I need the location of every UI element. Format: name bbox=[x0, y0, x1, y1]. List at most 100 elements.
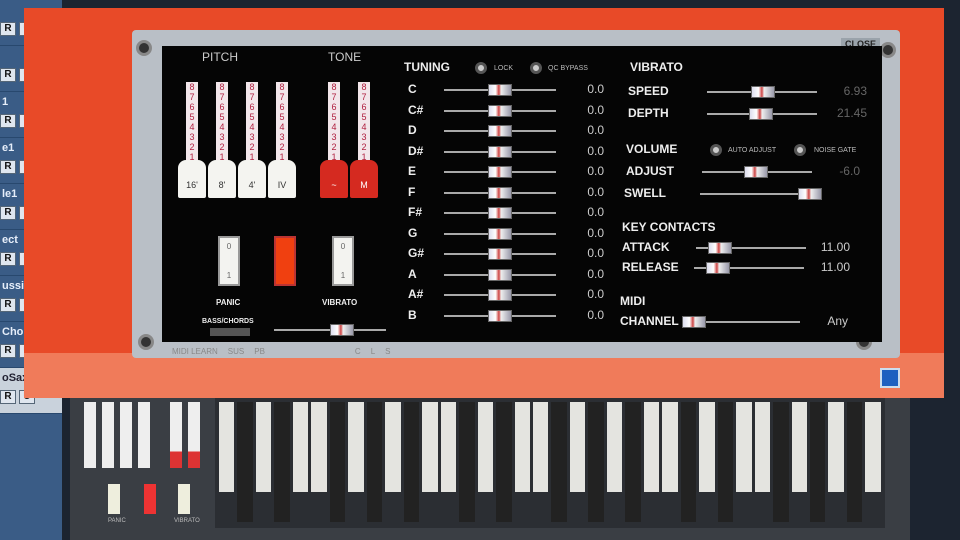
piano-key[interactable] bbox=[274, 402, 290, 522]
piano-key[interactable] bbox=[477, 402, 494, 492]
noise-gate-radio[interactable] bbox=[794, 144, 806, 156]
bass-chords-toggle[interactable] bbox=[210, 328, 250, 336]
attack-slider[interactable] bbox=[696, 242, 806, 254]
tuning-slider[interactable] bbox=[444, 227, 556, 240]
mini-drawbar[interactable] bbox=[84, 402, 96, 468]
tuning-slider[interactable] bbox=[444, 309, 556, 322]
piano-key[interactable] bbox=[403, 402, 420, 522]
piano-key[interactable] bbox=[569, 402, 586, 492]
record-button[interactable]: R bbox=[0, 298, 16, 312]
mini-drawbar[interactable] bbox=[188, 402, 200, 468]
piano-key[interactable] bbox=[514, 402, 530, 492]
qc-bypass-radio[interactable] bbox=[530, 62, 542, 74]
footer-item[interactable]: MIDI LEARN bbox=[172, 347, 218, 356]
adjust-label: ADJUST bbox=[626, 164, 675, 178]
piano-key[interactable] bbox=[311, 402, 327, 492]
piano-key[interactable] bbox=[219, 402, 235, 492]
piano-key[interactable] bbox=[385, 402, 401, 492]
drawbar[interactable]: 87654321M bbox=[350, 82, 378, 198]
piano-key[interactable] bbox=[717, 402, 734, 522]
depth-slider[interactable] bbox=[707, 108, 817, 120]
footer-item[interactable]: PB bbox=[254, 347, 265, 356]
piano-key[interactable] bbox=[625, 402, 641, 522]
tuning-slider[interactable] bbox=[444, 104, 556, 117]
piano-key[interactable] bbox=[865, 402, 881, 492]
tuning-slider[interactable] bbox=[444, 248, 556, 260]
channel-slider[interactable] bbox=[682, 316, 800, 328]
bass-chords-slider[interactable] bbox=[274, 324, 386, 336]
drawbar[interactable]: 8 7 6 5 4 3 2 1 4' bbox=[238, 82, 266, 198]
piano-key[interactable] bbox=[532, 402, 549, 492]
mini-drawbar[interactable] bbox=[138, 402, 150, 468]
tuning-slider[interactable] bbox=[444, 166, 556, 178]
piano-key[interactable] bbox=[791, 402, 807, 492]
piano-key[interactable] bbox=[440, 402, 457, 492]
piano-key[interactable] bbox=[810, 402, 826, 522]
power-switch[interactable] bbox=[274, 236, 296, 286]
app-logo-icon[interactable] bbox=[880, 368, 900, 388]
drawbar-number: 3 bbox=[189, 132, 195, 142]
piano-key[interactable] bbox=[292, 402, 309, 492]
tuning-slider[interactable] bbox=[444, 125, 556, 137]
swell-slider[interactable] bbox=[700, 188, 822, 200]
piano-key[interactable] bbox=[680, 402, 697, 522]
piano-key[interactable] bbox=[846, 402, 863, 522]
drawbar[interactable]: 8 7 6 5 4 3 2 1 8' bbox=[208, 82, 236, 198]
piano-key[interactable] bbox=[348, 402, 364, 492]
record-button[interactable]: R bbox=[0, 390, 16, 404]
drawbar[interactable]: 8 7 6 5 4 3 2 1 16' bbox=[178, 82, 206, 198]
piano-key[interactable] bbox=[736, 402, 752, 492]
piano-key[interactable] bbox=[754, 402, 771, 492]
footer-item[interactable]: S bbox=[385, 347, 390, 356]
record-button[interactable]: R bbox=[0, 252, 16, 266]
piano-key[interactable] bbox=[643, 402, 660, 492]
lock-radio[interactable] bbox=[475, 62, 487, 74]
tuning-slider[interactable] bbox=[444, 145, 556, 158]
auto-adjust-radio[interactable] bbox=[710, 144, 722, 156]
record-button[interactable]: R bbox=[0, 68, 16, 82]
piano-key[interactable] bbox=[551, 402, 567, 522]
footer-item[interactable]: L bbox=[371, 347, 375, 356]
piano-key[interactable] bbox=[329, 402, 346, 522]
tuning-slider[interactable] bbox=[444, 207, 556, 219]
record-button[interactable]: R bbox=[0, 344, 16, 358]
tuning-value: 0.0 bbox=[587, 123, 604, 137]
piano-key[interactable] bbox=[459, 402, 475, 522]
record-button[interactable]: R bbox=[0, 160, 16, 174]
record-button[interactable]: R bbox=[0, 206, 16, 220]
release-slider[interactable] bbox=[694, 262, 804, 274]
piano-key[interactable] bbox=[496, 402, 512, 522]
piano-keys[interactable] bbox=[215, 398, 885, 528]
tuning-slider[interactable] bbox=[444, 186, 556, 199]
piano-key[interactable] bbox=[366, 402, 383, 522]
tuning-slider[interactable] bbox=[444, 268, 556, 281]
piano-key[interactable] bbox=[606, 402, 623, 492]
piano-key[interactable] bbox=[773, 402, 789, 522]
piano-key[interactable] bbox=[662, 402, 678, 492]
mini-drawbar[interactable] bbox=[120, 402, 132, 468]
mini-vibrato-switch[interactable] bbox=[178, 484, 190, 514]
drawbar[interactable]: 8 7 6 5 4 3 2 1 IV bbox=[268, 82, 296, 198]
piano-key[interactable] bbox=[255, 402, 272, 492]
piano-key[interactable] bbox=[699, 402, 715, 492]
mini-panic-switch[interactable] bbox=[108, 484, 120, 514]
footer-item[interactable]: C bbox=[355, 347, 361, 356]
piano-key[interactable] bbox=[422, 402, 438, 492]
record-button[interactable]: R bbox=[0, 114, 16, 128]
mini-drawbar[interactable] bbox=[170, 402, 182, 468]
piano-key[interactable] bbox=[828, 402, 844, 492]
tuning-slider[interactable] bbox=[444, 84, 556, 96]
piano-key[interactable] bbox=[588, 402, 604, 522]
panic-switch[interactable]: 01 bbox=[218, 236, 240, 286]
vibrato-switch[interactable]: 01 bbox=[332, 236, 354, 286]
record-button[interactable]: R bbox=[0, 22, 16, 36]
piano-key[interactable] bbox=[237, 402, 253, 522]
mini-drawbar[interactable] bbox=[102, 402, 114, 468]
mini-power-switch[interactable] bbox=[144, 484, 156, 514]
speed-slider[interactable] bbox=[707, 86, 817, 98]
drawbar[interactable]: 8 7 6 5 4 3 2 1 ~ bbox=[320, 82, 348, 198]
tuning-slider[interactable] bbox=[444, 289, 556, 301]
adjust-slider[interactable] bbox=[702, 166, 812, 178]
footer-item[interactable]: SUS bbox=[228, 347, 244, 356]
drawbar-number: 6 bbox=[219, 102, 225, 112]
